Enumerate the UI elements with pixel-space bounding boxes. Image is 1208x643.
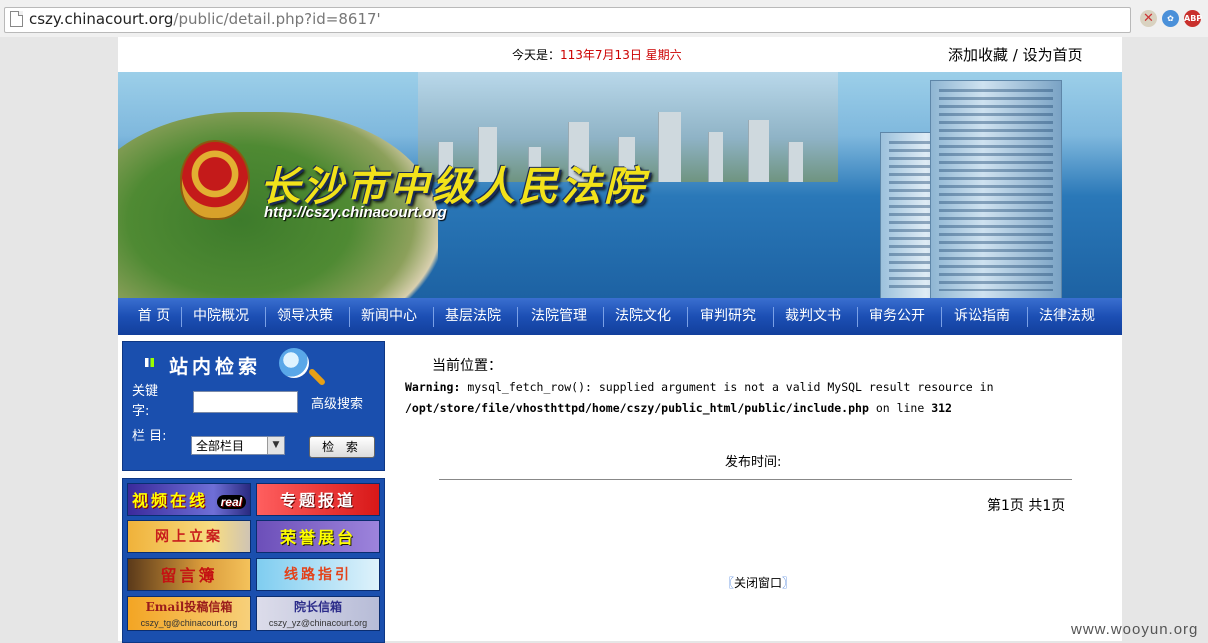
column-label: 栏 目: xyxy=(132,429,167,444)
warning-label: Warning: xyxy=(405,380,461,394)
close-window-label: 关闭窗口 xyxy=(734,576,783,590)
bullet-icon xyxy=(145,358,154,367)
nav-item-11[interactable]: 诉讼指南 xyxy=(950,298,1014,335)
today-value: 113年7月13日 星期六 xyxy=(560,48,682,62)
watermark: www.wooyun.org xyxy=(1071,621,1199,638)
nav-separator xyxy=(687,307,688,327)
today-date: 今天是：113年7月13日 星期六 xyxy=(512,46,682,63)
nav-item-10[interactable]: 审务公开 xyxy=(866,298,928,335)
nav-item-5[interactable]: 基层法院 xyxy=(442,298,504,335)
browser-toolbar: cszy.chinacourt.org/public/detail.php?id… xyxy=(0,0,1208,37)
warning-line-text: on line xyxy=(868,401,932,415)
video-online-link[interactable]: 视频在线 real xyxy=(127,483,251,516)
nav-separator xyxy=(349,307,350,327)
url-host: cszy.chinacourt.org xyxy=(29,10,174,28)
email-submission-link[interactable]: Email投稿信箱 cszy_tg@chinacourt.org xyxy=(127,596,251,631)
address-bar[interactable]: cszy.chinacourt.org/public/detail.php?id… xyxy=(4,7,1131,33)
site-container: 今天是：113年7月13日 星期六 添加收藏 / 设为首页 长沙市中级人民法院 … xyxy=(118,37,1122,643)
president-title: 院长信箱 xyxy=(293,600,342,614)
main-nav: 首 页中院概况 领导决策 新闻中心 基层法院 法院管理 法院文化 审判研究 裁判文书 审务公开诉… xyxy=(118,298,1122,335)
close-window-link[interactable]: 〖关闭窗口〗 xyxy=(722,574,794,591)
president-mailbox-link[interactable]: 院长信箱 cszy_yz@chinacourt.org xyxy=(256,596,380,631)
court-building xyxy=(930,80,1062,298)
pagination: 第1页 共1页 xyxy=(987,498,1066,514)
page-icon xyxy=(10,11,23,27)
warning-path: /opt/store/file/vhosthttpd/home/cszy/pub… xyxy=(405,401,869,415)
keyword-label: 关键字: xyxy=(132,384,159,419)
nav-item-6[interactable]: 法院管理 xyxy=(526,298,592,335)
nav-item-3[interactable]: 领导决策 xyxy=(274,298,336,335)
quick-links-panel: 视频在线 real 专题报道 网上立案 荣誉展台 留言簿 线路指引 Email投… xyxy=(122,478,385,643)
favorites-links[interactable]: 添加收藏 / 设为首页 xyxy=(948,44,1083,65)
nav-item-7[interactable]: 法院文化 xyxy=(612,298,674,335)
today-label: 今天是： xyxy=(512,48,561,62)
nav-item-12[interactable]: 法律法规 xyxy=(1036,298,1098,335)
email-title: Email投稿信箱 xyxy=(145,600,233,614)
warning-text: mysql_fetch_row(): supplied argument is … xyxy=(460,380,994,394)
column-select-value: 全部栏目 xyxy=(196,439,245,453)
video-online-label: 视频在线 xyxy=(132,491,209,510)
online-filing-link[interactable]: 网上立案 xyxy=(127,520,251,553)
url-path: /public/detail.php?id=8617' xyxy=(173,10,381,28)
magnifier-icon xyxy=(279,348,309,378)
top-info-bar: 今天是：113年7月13日 星期六 添加收藏 / 设为首页 xyxy=(118,37,1122,72)
nav-separator xyxy=(773,307,774,327)
president-address: cszy_yz@chinacourt.org xyxy=(268,618,368,628)
nav-item-9[interactable]: 裁判文书 xyxy=(782,298,844,335)
site-banner: 长沙市中级人民法院 http://cszy.chinacourt.org xyxy=(118,72,1122,298)
nav-item-2[interactable]: 中院概况 xyxy=(190,298,252,335)
nav-item-1[interactable]: 首 页 xyxy=(128,298,180,335)
chevron-down-icon[interactable]: ▼ xyxy=(267,437,284,454)
url-text[interactable]: cszy.chinacourt.org/public/detail.php?id… xyxy=(29,10,381,28)
site-url: http://cszy.chinacourt.org xyxy=(264,204,447,221)
keyword-input[interactable] xyxy=(193,391,298,413)
breadcrumb: 当前位置： xyxy=(432,358,502,374)
search-button[interactable]: 检 索 xyxy=(309,436,375,458)
nav-separator xyxy=(517,307,518,327)
blocker-icon[interactable]: ✕ xyxy=(1140,10,1157,27)
nav-separator xyxy=(433,307,434,327)
search-title: 站内检索 xyxy=(169,356,262,378)
nav-item-8[interactable]: 审判研究 xyxy=(696,298,760,335)
column-select[interactable]: 全部栏目 ▼ xyxy=(191,436,285,455)
bracket-right: 〗 xyxy=(782,576,795,590)
nav-separator xyxy=(941,307,942,327)
warning-line-number: 312 xyxy=(931,401,952,415)
adblock-icon[interactable]: ABP xyxy=(1184,10,1202,27)
nav-separator xyxy=(181,307,182,327)
divider xyxy=(439,479,1072,480)
php-warning: Warning: mysql_fetch_row(): supplied arg… xyxy=(405,377,994,419)
guestbook-link[interactable]: 留言簿 xyxy=(127,558,251,591)
real-badge: real xyxy=(216,495,246,509)
route-guide-link[interactable]: 线路指引 xyxy=(256,558,380,591)
email-address: cszy_tg@chinacourt.org xyxy=(140,618,238,628)
publish-time: 发布时间: xyxy=(725,455,782,470)
nav-separator xyxy=(603,307,604,327)
magnifier-handle xyxy=(307,367,327,387)
nav-separator xyxy=(857,307,858,327)
court-emblem-icon xyxy=(180,140,250,220)
nav-item-4[interactable]: 新闻中心 xyxy=(358,298,420,335)
gear-flower-icon[interactable]: ✿ xyxy=(1162,10,1179,27)
nav-separator xyxy=(1027,307,1028,327)
advanced-search-link[interactable]: 高级搜索 xyxy=(311,393,363,412)
article-content: 当前位置： Warning: mysql_fetch_row(): suppli… xyxy=(388,335,1122,641)
honor-showcase-link[interactable]: 荣誉展台 xyxy=(256,520,380,553)
bracket-left: 〖 xyxy=(722,576,735,590)
special-report-link[interactable]: 专题报道 xyxy=(256,483,380,516)
nav-separator xyxy=(265,307,266,327)
site-search-panel: 站内检索 关键字: 高级搜索 栏 目: 全部栏目 ▼ 检 索 xyxy=(122,341,385,471)
